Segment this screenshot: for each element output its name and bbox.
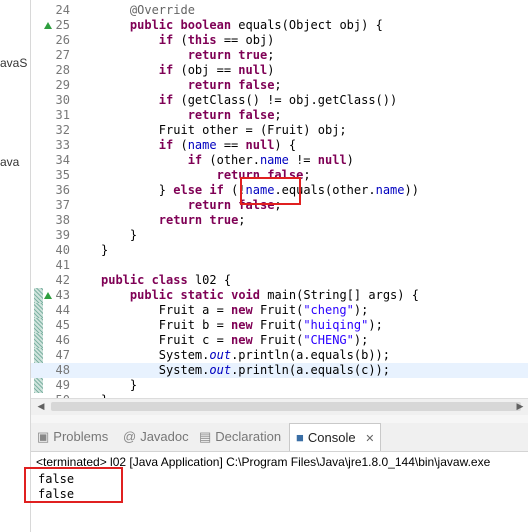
line-number: 37 [55,198,70,212]
console-icon: ■ [296,430,304,445]
line-number: 27 [55,48,70,62]
line-number: 48 [55,363,70,377]
code-line[interactable]: 38 return true; [31,213,528,228]
code-text: } [101,243,109,257]
line-number: 32 [55,123,70,137]
line-number: 24 [55,3,70,17]
line-number: 31 [55,108,70,122]
view-sash[interactable] [31,415,528,423]
line-number: 38 [55,213,70,227]
code-text: System.out.println(a.equals(c)); [101,363,391,377]
line-number: 34 [55,153,70,167]
code-line[interactable]: 24 @Override [31,3,528,18]
code-text: if (this == obj) [158,33,275,47]
code-line[interactable]: 30 if (getClass() != obj.getClass()) [31,93,528,108]
code-text: System.out.println(a.equals(b)); [101,348,391,362]
tab-label: Console [307,430,356,445]
line-number: 26 [55,33,70,47]
tab-label: Problems [53,429,109,444]
bottom-view-tabs: ▣ Problems @ Javadoc ▤ Declaration ■ Console… [31,423,528,452]
code-text: } [101,378,138,392]
annotation-box-equals [240,177,301,205]
code-text: return false; [187,108,282,122]
tab-label: Declaration [215,429,282,444]
line-number: 46 [55,333,70,347]
code-line[interactable]: 25 public boolean equals(Object obj) { [31,18,528,33]
line-number: 41 [55,258,70,272]
line-number: 42 [55,273,70,287]
code-text: return true; [187,48,275,62]
code-line[interactable]: 27 return true; [31,48,528,63]
code-line[interactable]: 32 Fruit other = (Fruit) obj; [31,123,528,138]
code-line[interactable]: 41 [31,258,528,273]
code-text: Fruit a = new Fruit("cheng"); [101,303,369,317]
line-number: 44 [55,303,70,317]
editor-horizontal-scrollbar[interactable]: ◀ ▶ [31,398,528,415]
code-line[interactable]: 49 } [31,378,528,393]
code-text: @Override [129,3,195,17]
code-line[interactable]: 28 if (obj == null) [31,63,528,78]
override-marker-icon[interactable] [44,292,52,299]
code-text: if (name == null) { [158,138,297,152]
line-number: 39 [55,228,70,242]
code-line[interactable]: 46 Fruit c = new Fruit("CHENG"); [31,333,528,348]
line-number: 49 [55,378,70,392]
line-number: 45 [55,318,70,332]
problems-icon: ▣ [37,429,50,444]
annotation-box-output [24,467,123,503]
code-line[interactable]: 48 System.out.println(a.equals(c)); [31,363,528,378]
code-text: Fruit other = (Fruit) obj; [101,123,347,137]
line-number: 28 [55,63,70,77]
declaration-icon: ▤ [199,429,212,444]
code-line[interactable]: 33 if (name == null) { [31,138,528,153]
code-line[interactable]: 29 return false; [31,78,528,93]
override-marker-icon[interactable] [44,22,52,29]
scroll-thumb[interactable] [51,402,521,411]
code-line[interactable]: 42 public class l02 { [31,273,528,288]
code-text: return true; [158,213,246,227]
code-text: Fruit b = new Fruit("huiqing"); [101,318,383,332]
line-number: 47 [55,348,70,362]
tab-javadoc[interactable]: @ Javadoc [123,423,189,451]
code-text: } [101,228,138,242]
scroll-left-icon[interactable]: ◀ [33,399,49,415]
code-text: public class l02 { [101,273,232,287]
code-line[interactable]: 47 System.out.println(a.equals(b)); [31,348,528,363]
line-number: 40 [55,243,70,257]
code-line[interactable]: 34 if (other.name != null) [31,153,528,168]
code-text: return false; [187,78,282,92]
javadoc-icon: @ [123,429,137,444]
line-number: 29 [55,78,70,92]
code-text: if (other.name != null) [187,153,354,167]
code-line[interactable]: 44 Fruit a = new Fruit("cheng"); [31,303,528,318]
code-line[interactable]: 39 } [31,228,528,243]
code-line[interactable]: 26 if (this == obj) [31,33,528,48]
line-number: 36 [55,183,70,197]
line-number: 35 [55,168,70,182]
scroll-right-icon[interactable]: ▶ [512,399,528,415]
tab-console[interactable]: ■ Console ✕ [289,423,382,451]
code-text: Fruit c = new Fruit("CHENG"); [101,333,369,347]
code-line[interactable]: 45 Fruit b = new Fruit("huiqing"); [31,318,528,333]
code-line[interactable]: 43 public static void main(String[] args… [31,288,528,303]
code-text: public static void main(String[] args) { [129,288,419,302]
tab-declaration[interactable]: ▤ Declaration [199,423,281,451]
close-icon[interactable]: ✕ [365,433,374,445]
tab-problems[interactable]: ▣ Problems [37,423,108,451]
code-line[interactable]: 40} [31,243,528,258]
code-text: if (getClass() != obj.getClass()) [158,93,398,107]
code-line[interactable]: 31 return false; [31,108,528,123]
line-number: 33 [55,138,70,152]
package-explorer-strip: avaS ava [0,0,31,532]
line-number: 30 [55,93,70,107]
tab-label: Javadoc [140,429,189,444]
explorer-fragment[interactable]: ava [0,155,19,169]
explorer-fragment[interactable]: avaS [0,56,27,70]
code-text: if (obj == null) [158,63,275,77]
code-text: public boolean equals(Object obj) { [129,18,383,32]
